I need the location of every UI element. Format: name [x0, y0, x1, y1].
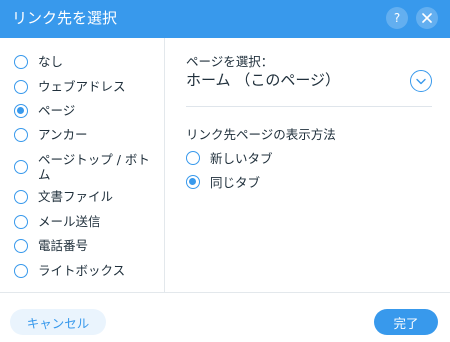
link-type-phone[interactable]: 電話番号 [14, 238, 88, 253]
link-type-web-address[interactable]: ウェブアドレス [14, 79, 126, 94]
link-type-label: 電話番号 [38, 238, 89, 253]
link-type-label: ページトップ / ボトム [38, 152, 150, 182]
radio-email[interactable] [14, 215, 28, 229]
radio-none[interactable] [14, 55, 28, 69]
link-type-lightbox[interactable]: ライトボックス [14, 263, 125, 278]
link-type-label: ライトボックス [38, 263, 126, 278]
open-same-tab-option[interactable]: 同じタブ [186, 172, 260, 191]
page-select-value[interactable]: ホーム （このページ） [186, 70, 340, 90]
radio-top-bottom[interactable] [14, 160, 28, 174]
link-type-label: ウェブアドレス [38, 79, 126, 94]
radio-lightbox[interactable] [14, 264, 28, 278]
dialog-footer: キャンセル 完了 [0, 292, 450, 342]
help-icon: ? [393, 11, 401, 25]
open-method-option-label: 新しいタブ [210, 151, 273, 166]
link-type-label: メール送信 [38, 214, 101, 229]
page-dropdown-button[interactable] [410, 70, 432, 92]
radio-document[interactable] [14, 190, 28, 204]
radio-anchor[interactable] [14, 128, 28, 142]
link-type-label: なし [38, 54, 64, 69]
divider [186, 106, 432, 107]
link-dialog: リンク先を選択 ? なし ウェブアドレス ページ アンカー ページトップ / ボ… [0, 0, 450, 342]
done-button[interactable]: 完了 [374, 309, 438, 335]
cancel-button[interactable]: キャンセル [10, 309, 106, 335]
link-type-email[interactable]: メール送信 [14, 214, 101, 229]
dialog-title: リンク先を選択 [12, 9, 118, 27]
radio-phone[interactable] [14, 239, 28, 253]
radio-page[interactable] [14, 104, 28, 118]
dialog-body: なし ウェブアドレス ページ アンカー ページトップ / ボトム 文書ファイル [0, 38, 450, 292]
open-method-label: リンク先ページの表示方法 [186, 127, 336, 142]
open-method-option-label: 同じタブ [210, 175, 261, 190]
link-type-page[interactable]: ページ [14, 103, 75, 118]
radio-web-address[interactable] [14, 80, 28, 94]
link-type-label: ページ [38, 103, 76, 118]
link-type-none[interactable]: なし [14, 54, 63, 69]
link-type-list: なし ウェブアドレス ページ アンカー ページトップ / ボトム 文書ファイル [0, 38, 165, 292]
dialog-header: リンク先を選択 ? [0, 0, 450, 38]
open-new-tab-option[interactable]: 新しいタブ [186, 148, 273, 167]
close-icon [422, 13, 432, 23]
link-type-label: 文書ファイル [38, 189, 114, 204]
link-type-anchor[interactable]: アンカー [14, 127, 88, 142]
radio-new-tab[interactable] [186, 151, 200, 165]
help-button[interactable]: ? [386, 7, 408, 29]
page-select-label: ページを選択： [186, 54, 274, 69]
close-button[interactable] [416, 7, 438, 29]
link-type-top-bottom[interactable]: ページトップ / ボトム [14, 152, 156, 182]
link-type-document[interactable]: 文書ファイル [14, 189, 113, 204]
radio-same-tab[interactable] [186, 175, 200, 189]
chevron-down-icon [416, 78, 426, 84]
page-settings-panel: ページを選択： ホーム （このページ） リンク先ページの表示方法 新しいタブ 同… [166, 38, 450, 292]
link-type-label: アンカー [38, 127, 88, 142]
